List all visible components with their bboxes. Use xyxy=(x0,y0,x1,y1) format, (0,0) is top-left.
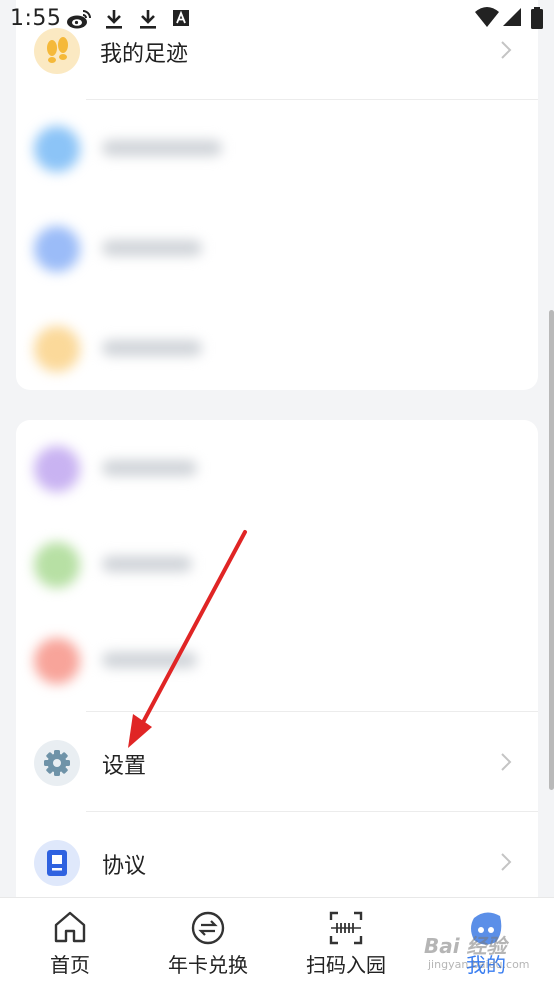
tab-scan-entry[interactable]: 扫码入园 xyxy=(296,898,396,984)
divider xyxy=(86,711,538,712)
menu-card-bottom: 设置 协议 xyxy=(16,420,538,910)
footprints-label: 我的足迹 xyxy=(100,42,189,67)
exchange-icon xyxy=(191,911,225,945)
tab-card-exchange-label: 年卡兑换 xyxy=(168,953,248,977)
watermark-logo: Bai 经验 xyxy=(424,934,507,958)
blurred-item-icon xyxy=(34,446,80,492)
blurred-item-icon xyxy=(34,542,80,588)
scrollbar[interactable] xyxy=(549,310,554,790)
status-time: 1:55 xyxy=(10,6,62,31)
document-icon xyxy=(34,840,80,886)
menu-item-blurred[interactable] xyxy=(16,516,538,614)
blurred-item-label xyxy=(102,556,192,572)
menu-item-blurred[interactable] xyxy=(16,300,538,390)
scan-icon xyxy=(329,911,363,945)
tab-home[interactable]: 首页 xyxy=(20,898,120,984)
tab-home-label: 首页 xyxy=(50,953,90,977)
menu-item-blurred[interactable] xyxy=(16,420,538,518)
blurred-item-icon xyxy=(34,638,80,684)
chevron-right-icon xyxy=(501,41,512,59)
blurred-item-label xyxy=(102,652,197,668)
home-icon xyxy=(54,911,86,943)
chevron-right-icon xyxy=(501,753,512,771)
menu-card-top: 我的足迹 xyxy=(16,0,538,390)
battery-icon xyxy=(531,7,543,29)
screen: 1:55 我的足迹 设置 协议 首页 年卡兑换 扫码入园 我的 Bai 经验 j… xyxy=(0,0,554,984)
signal-icon xyxy=(503,8,521,26)
blurred-item-label xyxy=(102,140,222,156)
chevron-right-icon xyxy=(501,853,512,871)
font-a-icon xyxy=(173,10,189,26)
tab-scan-entry-label: 扫码入园 xyxy=(306,953,386,977)
menu-item-blurred[interactable] xyxy=(16,612,538,710)
download-icon xyxy=(140,10,156,29)
blurred-item-label xyxy=(102,460,197,476)
status-bar: 1:55 xyxy=(0,0,554,38)
gear-icon xyxy=(34,740,80,786)
menu-item-blurred[interactable] xyxy=(16,100,538,198)
blurred-item-icon xyxy=(34,226,80,272)
blurred-item-icon xyxy=(34,326,80,372)
blurred-item-label xyxy=(102,240,202,256)
blurred-item-icon xyxy=(34,126,80,172)
tab-card-exchange[interactable]: 年卡兑换 xyxy=(158,898,258,984)
divider xyxy=(86,811,538,812)
settings-label: 设置 xyxy=(102,754,147,779)
blurred-item-label xyxy=(102,340,202,356)
agreement-label: 协议 xyxy=(102,854,147,879)
watermark-url: jingyan.baidu.com xyxy=(428,958,530,971)
menu-item-blurred[interactable] xyxy=(16,200,538,298)
download-icon xyxy=(106,10,122,29)
menu-item-settings[interactable]: 设置 xyxy=(16,714,538,812)
weibo-icon xyxy=(67,10,91,29)
menu-item-agreement[interactable]: 协议 xyxy=(16,814,538,910)
wifi-icon xyxy=(475,7,499,27)
